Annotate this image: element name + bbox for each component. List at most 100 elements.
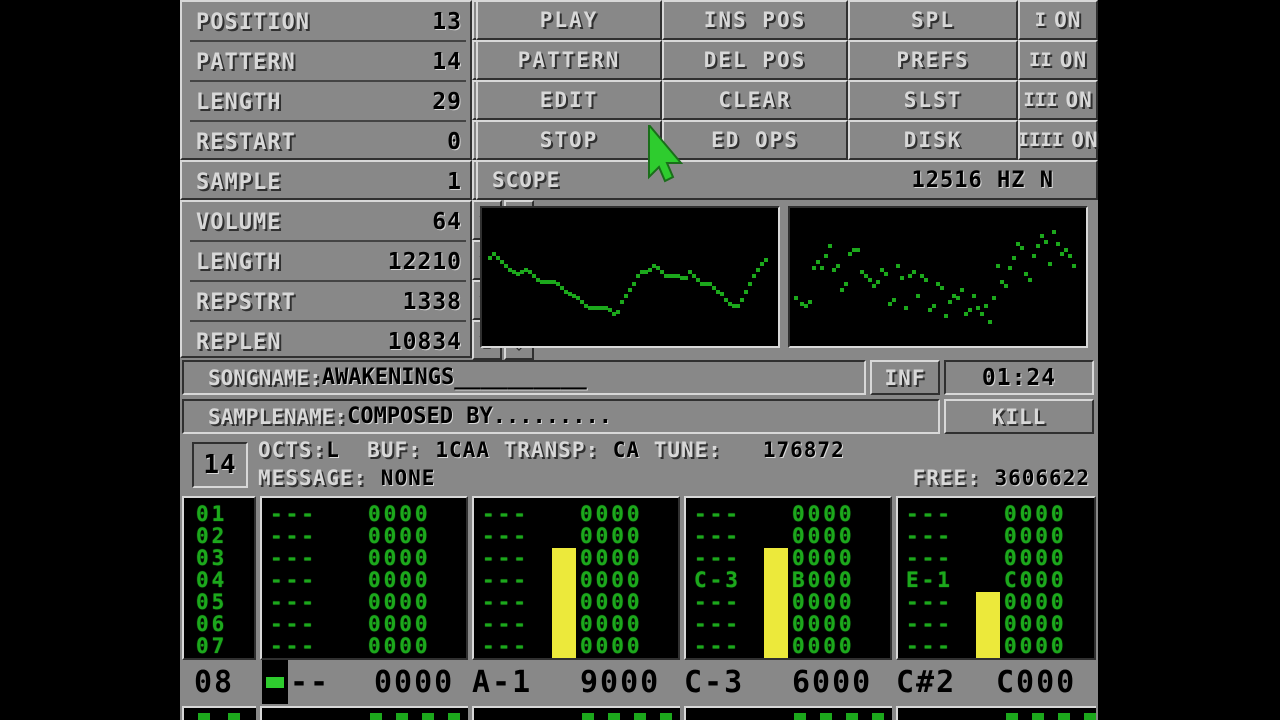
button-spl[interactable]: SPL [848, 0, 1018, 40]
next-row-glyph [608, 713, 620, 720]
pattern-note: --- [482, 546, 529, 570]
pattern-note: --- [270, 612, 317, 636]
channel-roman-numeral: IIII [1017, 129, 1064, 151]
info-label: OCTS: [258, 438, 327, 462]
button-pattern[interactable]: PATTERN [476, 40, 662, 80]
pattern-row-number: 06 [196, 612, 228, 636]
next-row-glyph [370, 713, 382, 720]
next-row-glyph [1006, 713, 1018, 720]
current-row-effect: 0000 [374, 664, 455, 700]
oscilloscope-right[interactable] [788, 206, 1088, 348]
current-row-effect: 6000 [792, 664, 873, 700]
channel-state-label: ON [1054, 8, 1082, 32]
spec-value: 12210 [387, 249, 462, 275]
pattern-note: --- [482, 502, 529, 526]
spec-label: POSITION [196, 9, 310, 35]
pattern-row-number: 05 [196, 590, 228, 614]
pattern-effect: 0000 [792, 546, 855, 570]
pattern-note: --- [482, 634, 529, 658]
channel-3-column[interactable]: --- 0000 --- 0000 --- 0000 C-3 B000 --- 0000 --- 00… [684, 496, 892, 660]
pattern-note: --- [270, 568, 317, 592]
spec-row-replen[interactable]: REPLEN 10834 [182, 322, 470, 362]
pattern-note: --- [694, 502, 741, 526]
pattern-effect: 0000 [580, 524, 643, 548]
info-value: CA [612, 438, 654, 462]
spec-row-pattern[interactable]: PATTERN 14 [182, 42, 470, 82]
pattern-effect: 0000 [792, 612, 855, 636]
spec-row-position[interactable]: POSITION 13 [182, 2, 470, 42]
next-row-glyph [228, 713, 240, 720]
current-pattern-value: 14 [203, 450, 237, 480]
channel-toggle-4[interactable]: IIII ON [1017, 120, 1098, 160]
spec-value: 13 [432, 9, 462, 35]
samplename-row: SAMPLENAME: COMPOSED BY......... KILL [180, 397, 1098, 436]
pattern-effect: 0000 [368, 612, 431, 636]
channel-1-column[interactable]: --- 0000 --- 0000 --- 0000 --- 0000 --- 0000 --- 00… [260, 496, 468, 660]
spec-row-restart[interactable]: RESTART 0 [182, 122, 470, 162]
current-row-note: A-1 [472, 664, 533, 700]
oscilloscope-left[interactable] [480, 206, 780, 348]
pattern-effect: 0000 [1004, 612, 1067, 636]
pattern-effect: B000 [792, 568, 855, 592]
channel-vu-meter [976, 592, 1000, 658]
spec-row-length[interactable]: LENGTH 29 [182, 82, 470, 122]
spec-row-repstrt[interactable]: REPSTRT 1338 [182, 282, 470, 322]
pattern-effect: 0000 [792, 590, 855, 614]
playtime-display: 01:24 [944, 360, 1094, 395]
next-row-glyph [820, 713, 832, 720]
pattern-effect: C000 [1004, 568, 1067, 592]
spec-row-sample[interactable]: SAMPLE 1 [182, 162, 470, 202]
next-row-glyph [422, 713, 434, 720]
pattern-note: --- [906, 590, 953, 614]
button-edit[interactable]: EDIT [476, 80, 662, 120]
pattern-note: --- [694, 524, 741, 548]
button-clear[interactable]: CLEAR [662, 80, 848, 120]
button-del-pos[interactable]: DEL POS [662, 40, 848, 80]
next-row-channel-box [260, 706, 468, 720]
channel-toggle-1[interactable]: I ON [1018, 0, 1098, 40]
pattern-effect: 0000 [368, 546, 431, 570]
kill-button[interactable]: KILL [944, 399, 1094, 434]
button-disk[interactable]: DISK [848, 120, 1018, 160]
button-ed-ops[interactable]: ED OPS [662, 120, 848, 160]
channel-roman-numeral: II [1028, 49, 1052, 71]
next-row-glyph [634, 713, 646, 720]
pattern-effect: 0000 [580, 546, 643, 570]
current-row-highlight[interactable]: 08 -- 0000 A-1 9000 C-3 6000 C#2 C000 [180, 660, 1098, 704]
button-slst[interactable]: SLST [848, 80, 1018, 120]
songname-field[interactable]: SONGNAME: AWAKENINGS__________ [182, 360, 866, 395]
channel-2-column[interactable]: --- 0000 --- 0000 --- 0000 --- 0000 --- 0000 --- 00… [472, 496, 680, 660]
channel-4-column[interactable]: --- 0000 --- 0000 --- 0000 E-1 C000 --- 0000 --- 00… [896, 496, 1096, 660]
pattern-effect: 0000 [1004, 502, 1067, 526]
next-row-glyph [1084, 713, 1096, 720]
next-row-glyph [846, 713, 858, 720]
samplename-label: SAMPLENAME: [208, 404, 348, 429]
pattern-effect: 0000 [580, 568, 643, 592]
current-row-note: -- [290, 664, 331, 700]
spec-row-sample-length[interactable]: LENGTH 12210 [182, 242, 470, 282]
pattern-effect: 0000 [368, 568, 431, 592]
button-ins-pos[interactable]: INS POS [662, 0, 848, 40]
button-prefs[interactable]: PREFS [848, 40, 1018, 80]
edit-cursor-caret [266, 677, 284, 688]
current-pattern-display[interactable]: 14 [192, 442, 248, 488]
button-play[interactable]: PLAY [476, 0, 662, 40]
pattern-effect: 0000 [368, 590, 431, 614]
pattern-row-number: 07 [196, 634, 228, 658]
playtime-value: 01:24 [981, 364, 1057, 391]
channel-toggle-2[interactable]: II ON [1018, 40, 1098, 80]
channel-toggle-3[interactable]: III ON [1018, 80, 1098, 120]
spec-label: REPSTRT [196, 289, 296, 315]
next-row-glyph [198, 713, 210, 720]
button-stop[interactable]: STOP [476, 120, 662, 160]
spec-row-volume[interactable]: VOLUME 64 [182, 202, 470, 242]
next-row-glyph [794, 713, 806, 720]
current-row-effect: C000 [996, 664, 1077, 700]
info-line-octs: OCTS:L BUF: 1CAA TRANSP: CA TUNE: 176872 [258, 438, 1090, 466]
scope-header-bar[interactable]: SCOPE 12516 HZ N [476, 160, 1098, 200]
current-row-effect: 9000 [580, 664, 661, 700]
pattern-row-number: 01 [196, 502, 228, 526]
samplename-field[interactable]: SAMPLENAME: COMPOSED BY......... [182, 399, 940, 434]
inf-button[interactable]: INF [870, 360, 940, 395]
song-spec-panel: POSITION 13 PATTERN 14 LENGTH 29 RESTART… [180, 0, 472, 160]
